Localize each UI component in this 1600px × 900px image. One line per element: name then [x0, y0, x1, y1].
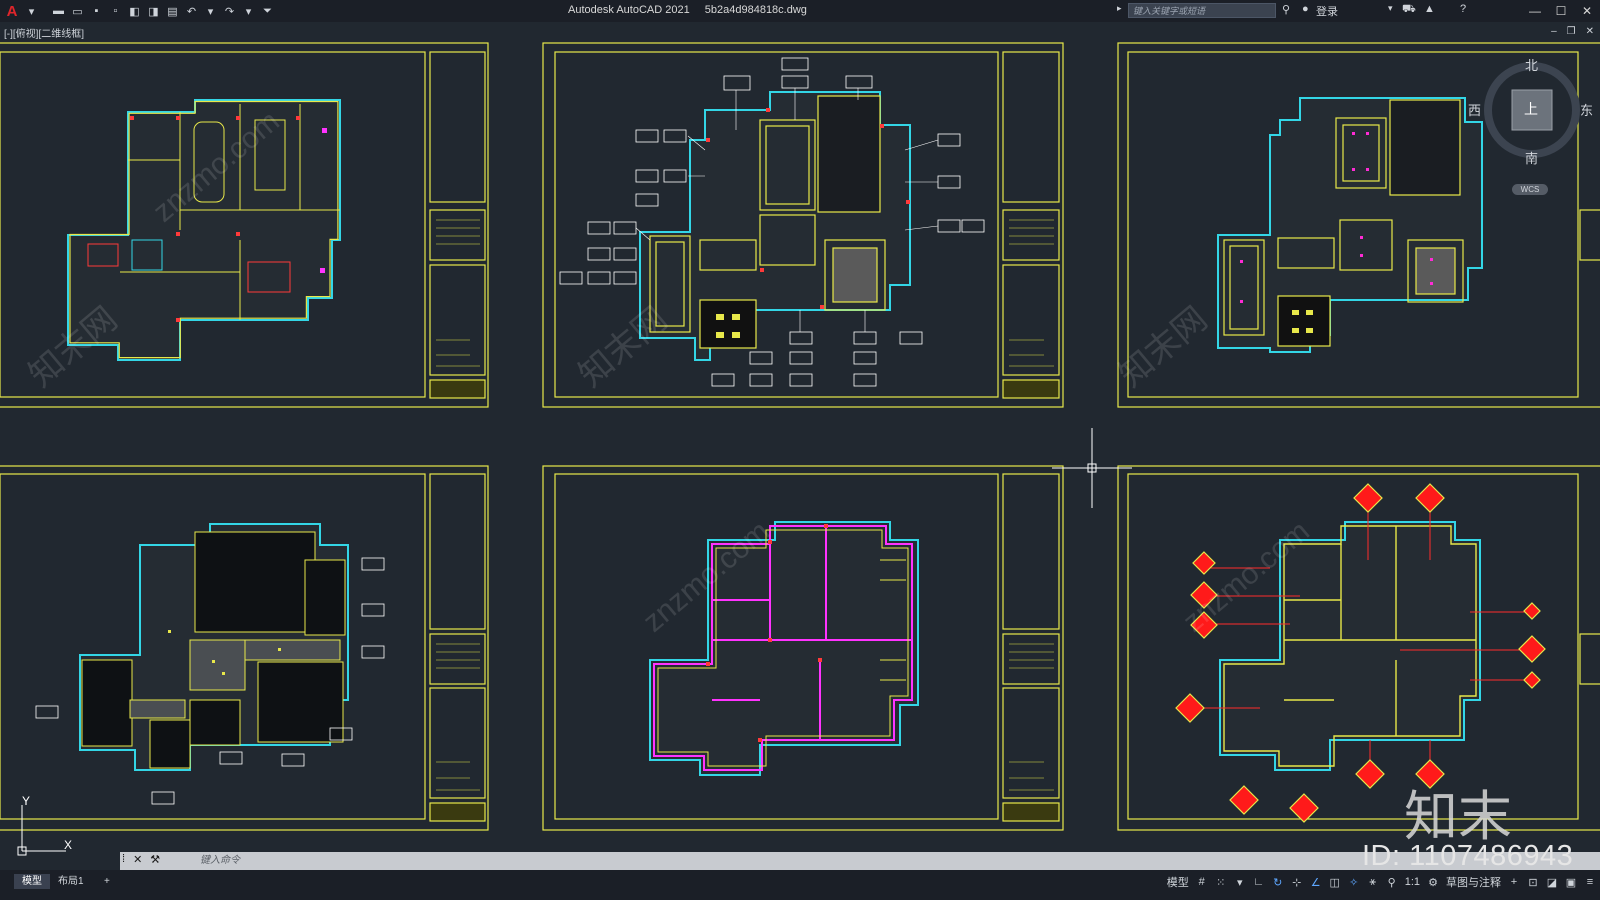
search-input[interactable]: 键入关键字或短语 [1128, 3, 1276, 18]
annotation-scale[interactable]: 1:1 [1405, 876, 1420, 888]
infer-constraints-icon[interactable]: ∟ [1253, 876, 1265, 888]
command-line-icons: ⁞ ✕ ⚒ [122, 853, 160, 866]
polar-tracking-icon[interactable]: ∠ [1310, 876, 1322, 889]
save-icon[interactable]: ▪ [88, 3, 105, 19]
clean-screen-icon[interactable]: ▣ [1565, 876, 1577, 889]
file-name: 5b2a4d984818c.dwg [704, 4, 807, 16]
app-menu-arrow-icon[interactable]: ▾ [23, 3, 40, 19]
ucs-x-label: X [64, 838, 73, 852]
quick-access-toolbar: A ▾ ▬ ▭ ▪ ▫ ◧ ◨ ▤ ↶ ▾ ↷ ▾ ⏷ [0, 0, 276, 22]
snap-dropdown-icon[interactable]: ▾ [1234, 876, 1246, 889]
model-space-toggle[interactable]: 模型 [1167, 874, 1189, 890]
ortho-icon[interactable]: ⊹ [1291, 876, 1303, 889]
app-title: Autodesk AutoCAD 2021 [568, 4, 690, 16]
save-to-web-icon[interactable]: ◨ [145, 3, 162, 19]
workspace-switch[interactable]: 草图与注释 [1446, 874, 1501, 890]
tab-add[interactable]: + [96, 874, 118, 889]
save-as-icon[interactable]: ▫ [107, 3, 124, 19]
grid-icon[interactable]: # [1196, 876, 1208, 888]
viewcube-east[interactable]: 东 [1580, 100, 1593, 119]
dynamic-input-icon[interactable]: ↻ [1272, 876, 1284, 889]
customize-status-icon[interactable]: ≡ [1584, 876, 1596, 888]
viewport-controls-label[interactable]: [-][俯视][二维线框] [4, 25, 84, 40]
open-file-icon[interactable]: ▭ [69, 3, 86, 19]
window-title: Autodesk AutoCAD 2021 5b2a4d984818c.dwg [568, 4, 819, 16]
doc-close-icon[interactable]: ✕ [1586, 26, 1594, 37]
isolate-objects-icon[interactable]: ◪ [1546, 876, 1558, 889]
search-icon[interactable]: ⚲ [1282, 3, 1290, 16]
auto-scale-icon[interactable]: ⚲ [1386, 876, 1398, 889]
tab-model[interactable]: 模型 [14, 874, 50, 889]
redo-icon[interactable]: ↷ [221, 3, 238, 19]
ucs-y-label: Y [22, 794, 31, 808]
status-toggles: 模型 # ⁙ ▾ ∟ ↻ ⊹ ∠ ◫ ✧ ⚹ ⚲ 1:1 ⚙ 草图与注释 + ⊡… [1167, 874, 1596, 890]
new-file-icon[interactable]: ▬ [50, 3, 67, 19]
annotation-monitor-icon[interactable]: + [1508, 876, 1520, 888]
window-controls: — ☐ ✕ [1522, 0, 1600, 22]
autodesk-app-icon[interactable]: ▲ [1424, 3, 1435, 15]
watermark-id: ID: 1107486943 [1362, 840, 1574, 872]
autocad-logo-icon[interactable]: A [3, 1, 21, 21]
wcs-menu[interactable]: WCS [1512, 184, 1548, 195]
snap-icon[interactable]: ⁙ [1215, 876, 1227, 889]
cart-icon[interactable]: ⛟ [1402, 3, 1416, 17]
close-icon[interactable]: ✕ [1574, 0, 1600, 22]
maximize-icon[interactable]: ☐ [1548, 0, 1574, 22]
login-link[interactable]: 登录 [1316, 3, 1338, 19]
help-icon[interactable]: ? [1460, 3, 1466, 15]
user-icon[interactable]: ● [1302, 3, 1309, 15]
object-snap-tracking-icon[interactable]: ✧ [1348, 876, 1360, 889]
doc-minimize-icon[interactable]: – [1551, 26, 1557, 37]
undo-dropdown-icon[interactable]: ▾ [202, 3, 219, 19]
login-dropdown-icon[interactable]: ▾ [1388, 3, 1393, 14]
workspace-gear-icon[interactable]: ⚙ [1427, 876, 1439, 889]
search-expand-icon[interactable]: ▸ [1117, 3, 1122, 14]
customize-qat-icon[interactable]: ⏷ [259, 3, 276, 19]
command-input[interactable]: 键入命令 [170, 853, 1370, 869]
isodraft-icon[interactable]: ◫ [1329, 876, 1341, 889]
undo-icon[interactable]: ↶ [183, 3, 200, 19]
command-close-icon[interactable]: ✕ [133, 853, 142, 866]
viewcube-south[interactable]: 南 [1525, 148, 1538, 167]
viewcube-north[interactable]: 北 [1525, 55, 1538, 74]
annotation-visibility-icon[interactable]: ⚹ [1367, 876, 1379, 889]
redo-dropdown-icon[interactable]: ▾ [240, 3, 257, 19]
document-window-controls: – ❐ ✕ [1551, 26, 1594, 37]
viewcube-face-top[interactable]: 上 [1524, 99, 1538, 119]
minimize-icon[interactable]: — [1522, 0, 1548, 22]
command-customize-icon[interactable]: ⚒ [150, 853, 160, 866]
tab-layout1[interactable]: 布局1 [50, 874, 92, 889]
units-icon[interactable]: ⊡ [1527, 876, 1539, 889]
viewcube[interactable] [1466, 52, 1596, 202]
viewcube-west[interactable]: 西 [1468, 100, 1481, 119]
command-grip-icon[interactable]: ⁞ [122, 853, 125, 866]
plot-icon[interactable]: ▤ [164, 3, 181, 19]
open-from-web-icon[interactable]: ◧ [126, 3, 143, 19]
doc-restore-icon[interactable]: ❐ [1567, 26, 1576, 37]
